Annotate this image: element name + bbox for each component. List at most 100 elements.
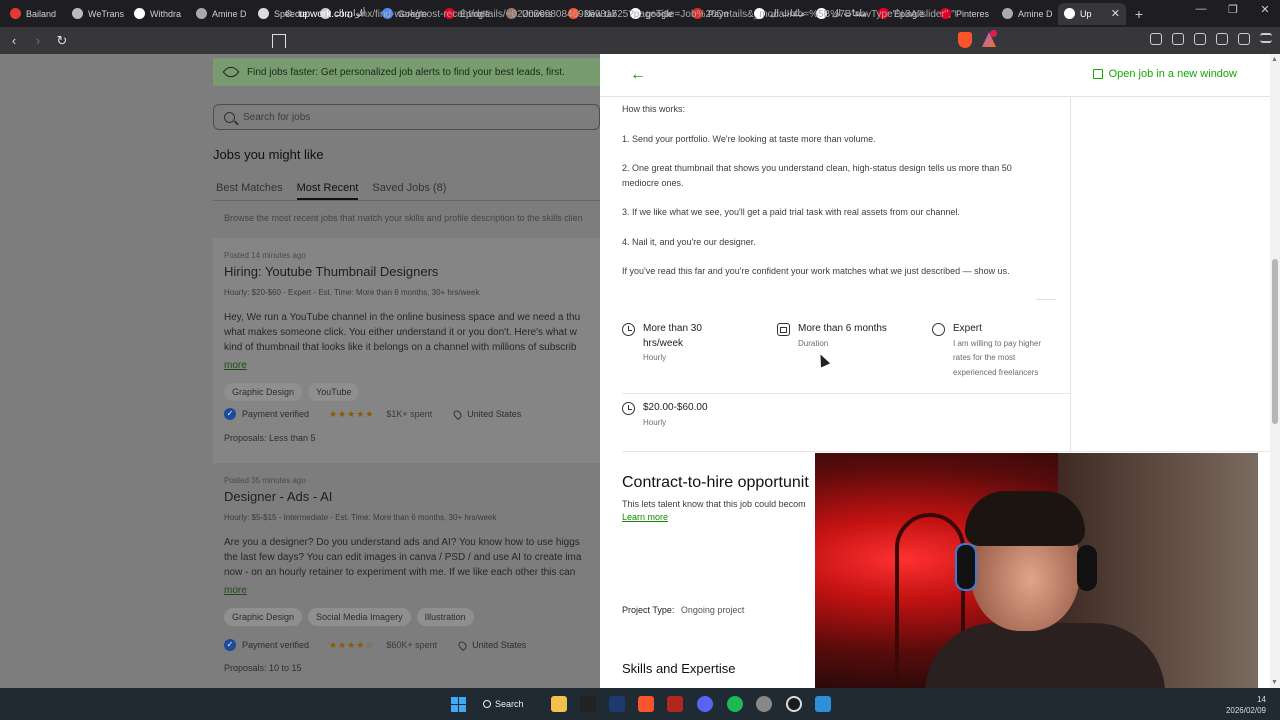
how-title: How this works: [622, 104, 686, 114]
brave-shield-icon[interactable] [958, 32, 972, 48]
vpn-icon[interactable] [1238, 33, 1250, 45]
feature-sub: experienced freelancers [953, 367, 1039, 377]
feed-description: Browse the most recent jobs that match y… [224, 213, 583, 223]
desc-line: what makes someone click. You either und… [224, 327, 577, 338]
scroll-down-icon[interactable]: ▼ [1271, 679, 1278, 686]
skill-chip[interactable]: Graphic Design [224, 608, 303, 626]
browser-tab[interactable]: WeTrans [66, 3, 128, 25]
tab-label: WeTrans [88, 8, 125, 19]
desc-line: Hey, We run a YouTube channel in the onl… [224, 312, 581, 323]
payment-status: Payment verified [242, 640, 310, 650]
job-alert-banner[interactable]: Find jobs faster: Get personalized job a… [213, 58, 600, 86]
project-type: Project Type: Ongoing project [622, 605, 744, 615]
desc-line: now - on an hourly retainer to experimen… [224, 567, 576, 578]
windows-start-icon[interactable] [451, 697, 466, 712]
file-explorer-icon[interactable] [551, 696, 567, 712]
open-job-new-window-link[interactable]: Open job in a new window [1092, 68, 1237, 80]
extensions-icon[interactable] [1150, 33, 1162, 45]
taskbar-search[interactable]: Search [483, 695, 533, 713]
system-clock[interactable]: 14 2026/02/09 [1226, 694, 1266, 716]
back-arrow-icon[interactable]: ‹ [4, 33, 24, 48]
app-icon[interactable] [786, 696, 802, 712]
tab-most-recent[interactable]: Most Recent [296, 182, 359, 200]
panel-divider [1070, 97, 1071, 451]
bookmark-icon[interactable] [272, 33, 286, 48]
url-host: upwork.com [298, 8, 353, 20]
scroll-up-icon[interactable]: ▲ [1271, 56, 1278, 63]
photoshop-icon[interactable] [609, 696, 625, 712]
browser-tab[interactable]: Up ✕ [1058, 2, 1126, 25]
discord-icon[interactable] [697, 696, 713, 712]
sidebar-icon[interactable] [1172, 33, 1184, 45]
tradingview-icon[interactable] [580, 696, 596, 712]
app-icon[interactable] [756, 696, 772, 712]
menu-icon[interactable] [1260, 33, 1272, 43]
feature-sub: I am willing to pay higher [953, 338, 1042, 348]
minimize-icon[interactable]: — [1194, 3, 1208, 16]
tab-label: Withdra [150, 8, 182, 19]
skill-chip[interactable]: Illustration [416, 608, 474, 626]
new-tab-button[interactable]: + [1126, 6, 1152, 22]
tabs-divider [213, 200, 600, 201]
panel-header: ← Open job in a new window [600, 54, 1270, 97]
rating-stars: ★★★★★ [329, 408, 375, 419]
client-info-row: ✓ Payment verified ★★★★★ $1K+ spent Unit… [224, 408, 521, 420]
tab-close-icon[interactable]: ✕ [1111, 7, 1120, 20]
contract-to-hire-title: Contract-to-hire opportunit [622, 474, 809, 491]
job-title[interactable]: Designer - Ads - AI [224, 489, 332, 504]
step-text: 1. Send your portfolio. We're looking at… [622, 134, 876, 144]
back-arrow-icon[interactable]: ← [630, 66, 646, 84]
taskbar-search-label: Search [495, 699, 524, 709]
reload-icon[interactable]: ↻ [52, 33, 72, 49]
more-link[interactable]: more [224, 360, 247, 371]
tab-saved-jobs[interactable]: Saved Jobs (8) [372, 182, 446, 200]
app-icon[interactable] [815, 696, 831, 712]
forward-arrow-icon[interactable]: › [28, 33, 48, 48]
browser-tab[interactable]: Bailand [4, 3, 66, 25]
tab-best-matches[interactable]: Best Matches [216, 182, 283, 200]
url-field[interactable]: ⚙ upwork.com/nx/find-work/most-recent/de… [284, 5, 956, 23]
more-link[interactable]: more [224, 585, 247, 596]
tab-favicon-icon [258, 8, 269, 19]
page-scrollbar[interactable]: ▲ ▼ [1270, 54, 1280, 688]
rating-stars: ★★★★☆ [329, 639, 375, 650]
webcam-person-hair [965, 491, 1085, 546]
verified-check-icon: ✓ [224, 639, 236, 651]
headphones-icon [1077, 545, 1097, 591]
browser-tab[interactable]: Withdra [128, 3, 190, 25]
search-jobs-input[interactable]: Search for jobs [213, 104, 600, 130]
restore-icon[interactable]: ❐ [1226, 3, 1240, 16]
skill-chip[interactable]: Social Media Imagery [308, 608, 411, 626]
tab-favicon-icon [72, 8, 83, 19]
expert-level-icon [932, 323, 945, 336]
scrollbar-thumb[interactable] [1272, 259, 1278, 424]
rate-feature: $20.00-$60.00 Hourly [622, 401, 708, 430]
browser-tab[interactable]: Amine D [190, 3, 252, 25]
skill-chip[interactable]: YouTube [308, 383, 360, 401]
closing-text: If you've read this far and you're confi… [622, 266, 1010, 276]
job-card[interactable]: Posted 14 minutes ago Hiring: Youtube Th… [213, 238, 600, 463]
browser-tab[interactable]: Amine D [996, 3, 1058, 25]
timer-icon [622, 402, 635, 415]
learn-more-link[interactable]: Learn more [622, 512, 668, 522]
webcam-person-body [925, 623, 1165, 689]
leo-icon[interactable] [1216, 33, 1228, 45]
video-app-icon[interactable] [667, 696, 683, 712]
skill-chips: Graphic Design Social Media Imagery Illu… [224, 608, 474, 626]
skill-chip[interactable]: Graphic Design [224, 383, 303, 401]
wallet-icon[interactable] [1194, 33, 1206, 45]
spotify-icon[interactable] [727, 696, 743, 712]
job-title[interactable]: Hiring: Youtube Thumbnail Designers [224, 264, 438, 279]
site-info-icon[interactable]: ⚙ [284, 9, 293, 20]
window-controls: — ❐ ✕ [1194, 3, 1272, 16]
divider [622, 451, 1270, 452]
os-taskbar: Search 14 2026/02/09 [0, 688, 1280, 720]
client-spent: $1K+ spent [386, 409, 433, 419]
brave-browser-icon[interactable] [638, 696, 654, 712]
feature-title: hrs/week [643, 337, 684, 349]
alert-text: Find jobs faster: Get personalized job a… [247, 66, 565, 78]
job-card[interactable]: Posted 35 minutes ago Designer - Ads - A… [213, 470, 600, 688]
tab-label: Amine D [212, 8, 247, 19]
close-window-icon[interactable]: ✕ [1258, 3, 1272, 16]
headphones-icon [955, 543, 977, 591]
